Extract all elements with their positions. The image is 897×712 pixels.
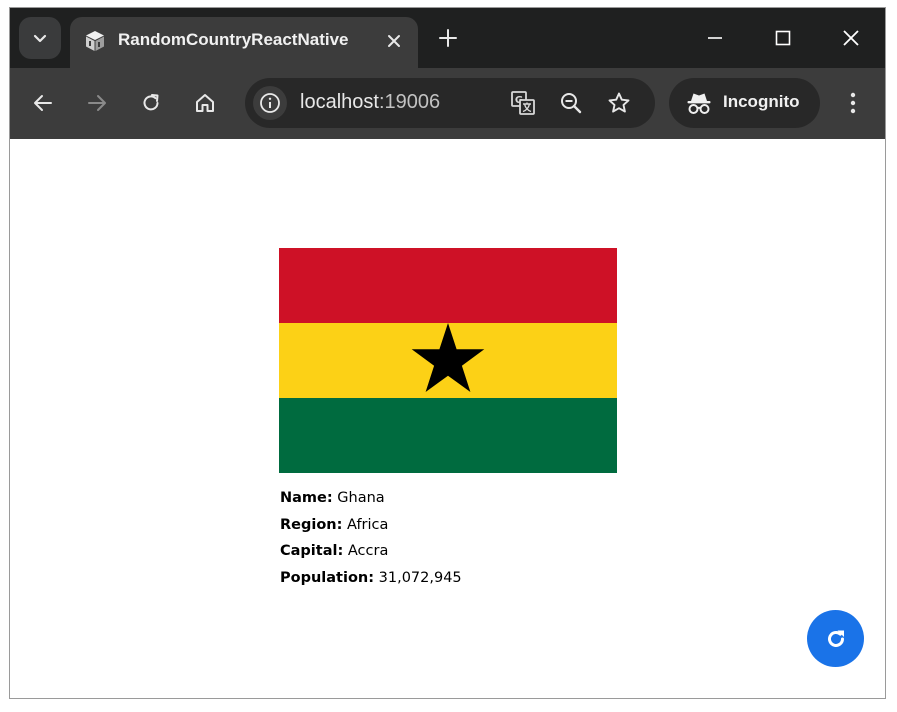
url-host: localhost [300, 91, 379, 113]
refresh-icon [827, 630, 844, 647]
incognito-indicator[interactable]: Incognito [669, 78, 820, 128]
name-value: Ghana [337, 490, 385, 506]
maximize-button[interactable] [760, 18, 806, 58]
star-icon [608, 92, 630, 113]
info-row-capital: Capital: Accra [280, 538, 462, 565]
incognito-label: Incognito [723, 92, 800, 111]
home-button[interactable] [187, 85, 223, 121]
forward-button[interactable] [79, 85, 115, 121]
name-label: Name: [280, 490, 333, 506]
zoom-out-icon [561, 93, 582, 114]
forward-arrow-icon [88, 95, 106, 111]
browser-menu-button[interactable] [835, 85, 871, 121]
zoom-button[interactable] [554, 86, 588, 120]
translate-icon: G [511, 91, 535, 115]
maximize-icon [775, 30, 791, 46]
region-label: Region: [280, 516, 343, 533]
flag-red-stripe [279, 248, 617, 323]
info-icon [260, 93, 280, 113]
info-row-population: Population: 31,072,945 [280, 565, 462, 592]
address-bar[interactable]: localhost:19006 G [245, 78, 655, 128]
new-tab-button[interactable] [432, 22, 464, 54]
capital-label: Capital: [280, 543, 344, 559]
population-label: Population: [280, 569, 375, 586]
refresh-country-button[interactable] [807, 610, 864, 667]
back-button[interactable] [25, 85, 61, 121]
country-flag [279, 248, 617, 473]
bookmark-button[interactable] [602, 86, 636, 120]
capital-value: Accra [347, 543, 389, 559]
home-icon [196, 94, 214, 112]
tab-title: RandomCountryReactNative [118, 30, 349, 49]
url-text[interactable]: localhost:19006 [300, 91, 440, 114]
region-value: Africa [347, 516, 389, 533]
info-row-region: Region: Africa [280, 512, 462, 539]
info-row-name: Name: Ghana [280, 485, 462, 512]
close-icon [388, 35, 400, 47]
flag-green-stripe [279, 398, 617, 473]
incognito-icon [687, 93, 711, 114]
minimize-button[interactable] [692, 18, 738, 58]
site-info-button[interactable] [253, 86, 287, 120]
close-window-button[interactable] [828, 18, 874, 58]
reload-icon [143, 94, 159, 111]
translate-button[interactable]: G [506, 86, 540, 120]
url-port: :19006 [378, 91, 441, 113]
plus-icon [439, 29, 457, 47]
back-arrow-icon [34, 95, 52, 111]
country-info: Name: Ghana Region: Africa Capital: Accr… [280, 485, 462, 591]
tab-search-button[interactable] [19, 17, 61, 59]
close-window-icon [843, 30, 859, 46]
population-value: 31,072,945 [378, 569, 462, 586]
kebab-menu-icon [850, 92, 856, 114]
active-tab[interactable]: RandomCountryReactNative [70, 17, 418, 68]
tab-strip: RandomCountryReactNative [10, 8, 885, 68]
tab-search-icon [33, 34, 47, 43]
page-content: Name: Ghana Region: Africa Capital: Accr… [10, 139, 885, 698]
reload-button[interactable] [133, 85, 169, 121]
browser-window: RandomCountryReactNative localhost:19006… [9, 7, 886, 699]
tab-close-button[interactable] [380, 27, 408, 55]
browser-toolbar: localhost:19006 G Incognito [10, 68, 885, 139]
app-favicon-icon [86, 31, 104, 51]
minimize-icon [708, 37, 722, 39]
